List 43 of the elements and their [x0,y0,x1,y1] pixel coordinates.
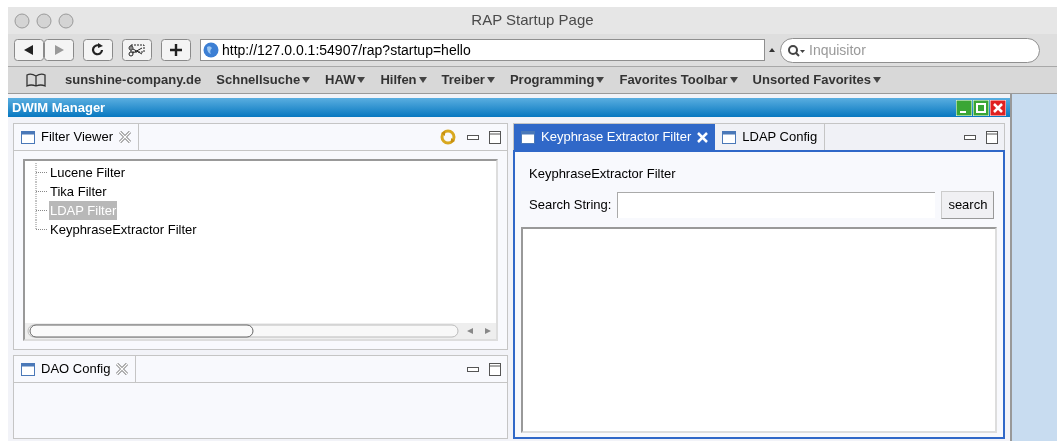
search-icon [787,43,805,58]
back-icon[interactable] [14,39,44,61]
view-icon [21,362,35,376]
sync-icon[interactable] [439,129,457,145]
maximize-icon[interactable] [489,362,501,376]
scissors-icon[interactable] [122,39,152,61]
bookmark-link[interactable]: Treiber [441,70,495,90]
tree-item[interactable]: KeyphraseExtractor Filter [49,219,198,240]
book-icon[interactable] [26,73,46,87]
globe-icon [203,42,219,58]
view-icon [722,130,737,144]
reload-icon[interactable] [83,39,113,61]
maximize-icon[interactable] [489,130,501,144]
minimize-icon[interactable] [964,133,976,141]
bookmark-link[interactable]: Programming [509,70,605,90]
bookmark-link[interactable]: Unsorted Favorites [752,70,882,90]
tree-item[interactable]: Tika Filter [49,181,108,202]
app-title: DWIM Manager [12,98,106,117]
bookmark-link[interactable]: Schnellsuche [216,70,311,90]
search-field[interactable]: Inquisitor [780,37,1040,63]
window-title: RAP Startup Page [471,10,594,31]
bookmark-link[interactable]: HAW [325,70,366,90]
minimize-icon[interactable] [467,365,479,373]
view-tab[interactable]: Keyphrase Extractor Filter [514,124,716,150]
field-label: Search String: [529,195,612,214]
plus-icon[interactable] [161,39,191,61]
view-icon [21,130,35,144]
tree-connector-icon [35,182,49,201]
tree-connector-icon [35,163,49,182]
minimize-icon[interactable] [467,133,479,141]
search-string-field[interactable] [617,191,936,218]
search-button[interactable]: search [941,190,995,219]
bookmark-link[interactable]: Hilfen [380,70,427,90]
horizontal-scrollbar[interactable] [25,323,496,339]
bookmark-link[interactable]: sunshine-company.de [65,70,202,90]
tree-item[interactable]: Lucene Filter [49,162,127,183]
address-bar[interactable]: http://127.0.0.1:54907/rap?startup=hello [200,39,765,61]
bookmark-link[interactable]: Favorites Toolbar [619,70,738,90]
section-heading: KeyphraseExtractor Filter [529,165,677,183]
view-icon [521,130,535,144]
maximize-icon[interactable] [986,130,998,144]
minimize-icon[interactable] [956,99,972,116]
caret-icon[interactable] [769,47,775,53]
